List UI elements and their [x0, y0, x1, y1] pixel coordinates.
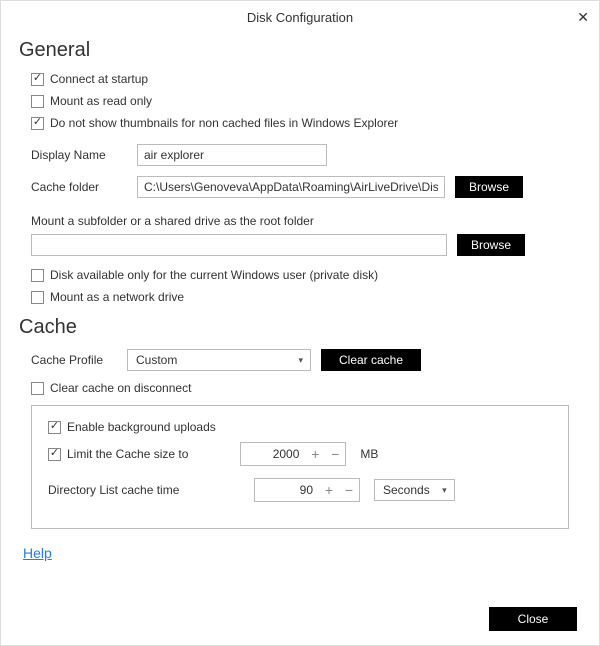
mount-readonly-checkbox[interactable]: Mount as read only	[31, 94, 152, 108]
close-button[interactable]: Close	[489, 607, 577, 631]
plus-icon[interactable]: +	[319, 482, 339, 498]
cache-folder-input[interactable]	[137, 176, 445, 198]
enable-bg-uploads-checkbox[interactable]: Enable background uploads	[48, 420, 216, 434]
enable-bg-uploads-label: Enable background uploads	[67, 420, 216, 434]
mount-subfolder-label: Mount a subfolder or a shared drive as t…	[31, 214, 577, 228]
network-drive-label: Mount as a network drive	[50, 290, 184, 304]
checkbox-icon	[31, 95, 44, 108]
dir-cache-time-stepper[interactable]: + −	[254, 478, 360, 502]
checkbox-icon	[31, 269, 44, 282]
network-drive-checkbox[interactable]: Mount as a network drive	[31, 290, 184, 304]
cache-size-input[interactable]	[241, 443, 305, 465]
cache-profile-value: Custom	[136, 353, 177, 367]
checkbox-icon	[48, 421, 61, 434]
cache-settings-panel: Enable background uploads Limit the Cach…	[31, 405, 569, 529]
browse-subfolder-button[interactable]: Browse	[457, 234, 525, 256]
dir-cache-time-unit-select[interactable]: Seconds	[374, 479, 455, 501]
dir-cache-time-label: Directory List cache time	[48, 483, 202, 497]
dir-cache-time-unit-value: Seconds	[383, 483, 430, 497]
display-name-input[interactable]	[137, 144, 327, 166]
connect-startup-label: Connect at startup	[50, 72, 148, 86]
limit-cache-size-label: Limit the Cache size to	[67, 447, 188, 461]
close-icon[interactable]: ✕	[577, 9, 589, 26]
display-name-label: Display Name	[31, 148, 127, 162]
checkbox-icon	[31, 382, 44, 395]
private-disk-label: Disk available only for the current Wind…	[50, 268, 378, 282]
general-heading: General	[19, 39, 577, 62]
cache-profile-label: Cache Profile	[31, 353, 117, 367]
dir-cache-time-input[interactable]	[255, 479, 319, 501]
plus-icon[interactable]: +	[305, 446, 325, 462]
checkbox-icon	[31, 117, 44, 130]
checkbox-icon	[31, 291, 44, 304]
browse-cache-folder-button[interactable]: Browse	[455, 176, 523, 198]
help-link[interactable]: Help	[23, 545, 52, 561]
minus-icon[interactable]: −	[339, 482, 359, 498]
connect-startup-checkbox[interactable]: Connect at startup	[31, 72, 148, 86]
cache-size-stepper[interactable]: + −	[240, 442, 346, 466]
title-bar: Disk Configuration ✕	[1, 1, 599, 33]
no-thumbnails-label: Do not show thumbnails for non cached fi…	[50, 116, 398, 130]
clear-on-disconnect-checkbox[interactable]: Clear cache on disconnect	[31, 381, 191, 395]
mb-label: MB	[360, 447, 378, 461]
checkbox-icon	[31, 73, 44, 86]
mount-subfolder-input[interactable]	[31, 234, 447, 256]
cache-profile-select[interactable]: Custom	[127, 349, 311, 371]
cache-folder-label: Cache folder	[31, 180, 127, 194]
minus-icon[interactable]: −	[325, 446, 345, 462]
private-disk-checkbox[interactable]: Disk available only for the current Wind…	[31, 268, 378, 282]
limit-cache-size-checkbox[interactable]: Limit the Cache size to	[48, 447, 188, 461]
clear-on-disconnect-label: Clear cache on disconnect	[50, 381, 191, 395]
mount-readonly-label: Mount as read only	[50, 94, 152, 108]
no-thumbnails-checkbox[interactable]: Do not show thumbnails for non cached fi…	[31, 116, 398, 130]
checkbox-icon	[48, 448, 61, 461]
window-title: Disk Configuration	[247, 10, 353, 25]
clear-cache-button[interactable]: Clear cache	[321, 349, 421, 371]
cache-heading: Cache	[19, 316, 577, 339]
